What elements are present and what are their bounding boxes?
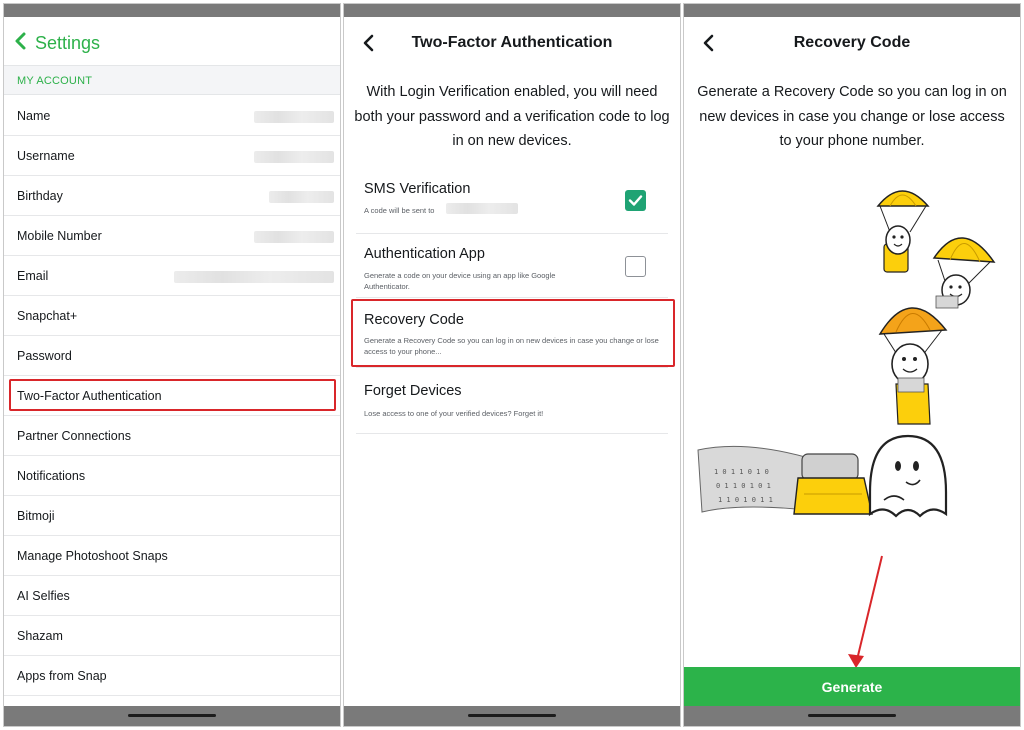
home-indicator[interactable]	[128, 714, 216, 717]
option-description: A code will be sent to	[364, 206, 435, 215]
settings-item-label: Shazam	[17, 629, 63, 643]
recovery-code-screen: Recovery Code Generate a Recovery Code s…	[683, 3, 1021, 727]
two-factor-header: Two-Factor Authentication	[344, 17, 680, 65]
settings-item-username[interactable]: Username	[4, 136, 340, 176]
settings-item-notifications[interactable]: Notifications	[4, 456, 340, 496]
settings-item-photoshoot-snaps[interactable]: Manage Photoshoot Snaps	[4, 536, 340, 576]
highlight-box	[351, 299, 675, 367]
svg-text:1 1 0 1 0 1 1: 1 1 0 1 0 1 1	[718, 496, 773, 504]
blurred-value	[269, 191, 334, 203]
navigation-bar	[4, 706, 340, 726]
settings-item-label: Partner Connections	[17, 429, 131, 443]
settings-item-password[interactable]: Password	[4, 336, 340, 376]
highlight-box	[9, 379, 336, 411]
home-indicator[interactable]	[468, 714, 556, 717]
settings-item-label: Manage Photoshoot Snaps	[17, 549, 168, 563]
blurred-value	[254, 151, 334, 163]
navigation-bar	[344, 706, 680, 726]
sms-checkbox[interactable]	[625, 190, 646, 211]
option-title: SMS Verification	[364, 181, 471, 197]
settings-item-shazam[interactable]: Shazam	[4, 616, 340, 656]
settings-item-label: Notifications	[17, 469, 86, 483]
settings-item-label: Username	[17, 149, 75, 163]
blurred-value	[254, 111, 334, 123]
settings-item-bitmoji[interactable]: Bitmoji	[4, 496, 340, 536]
authentication-app-checkbox[interactable]	[625, 256, 646, 277]
settings-item-label: Apps from Snap	[17, 669, 107, 683]
navigation-bar	[684, 706, 1020, 726]
parachute-ghost-icon	[878, 307, 948, 425]
settings-item-label: Email	[17, 269, 49, 283]
option-sms-verification[interactable]: SMS Verification A code will be sent to	[356, 175, 668, 234]
settings-item-mobile-number[interactable]: Mobile Number	[4, 216, 340, 256]
settings-item-label: Birthday	[17, 189, 63, 203]
ghost-illustration: 1 0 1 1 0 1 0 0 1 1 0 1 0 1 1 1 0 1 0 1 …	[697, 190, 996, 668]
option-description: Generate a code on your device using an …	[364, 271, 556, 291]
option-authentication-app[interactable]: Authentication App Generate a code on yo…	[356, 234, 668, 298]
parachute-ghost-icon	[876, 190, 930, 273]
settings-item-label: Mobile Number	[17, 229, 102, 243]
page-title: Two-Factor Authentication	[411, 34, 613, 51]
settings-item-birthday[interactable]: Birthday	[4, 176, 340, 216]
blurred-value	[174, 271, 334, 283]
status-bar	[4, 4, 340, 17]
svg-text:0 1 1 0 1 0 1: 0 1 1 0 1 0 1	[716, 482, 771, 490]
chevron-left-icon[interactable]	[14, 31, 28, 51]
ghost-icon	[868, 434, 948, 518]
settings-item-label: Bitmoji	[17, 509, 55, 523]
settings-item-partner-connections[interactable]: Partner Connections	[4, 416, 340, 456]
intro-text: With Login Verification enabled, you wil…	[354, 84, 670, 149]
settings-item-apps-from-snap[interactable]: Apps from Snap	[4, 656, 340, 696]
page-title: Settings	[35, 33, 101, 53]
two-factor-screen: Two-Factor Authentication With Login Ver…	[343, 3, 681, 727]
settings-item-email[interactable]: Email	[4, 256, 340, 296]
settings-item-label: Snapchat+	[17, 309, 78, 323]
blurred-value	[446, 203, 518, 214]
settings-item-name[interactable]: Name	[4, 96, 340, 136]
checkmark-icon	[628, 195, 643, 206]
section-header: MY ACCOUNT	[4, 65, 340, 95]
status-bar	[344, 4, 680, 17]
settings-item-label: AI Selfies	[17, 589, 70, 603]
blurred-value	[254, 231, 334, 243]
home-indicator[interactable]	[808, 714, 896, 717]
option-description: Lose access to one of your verified devi…	[364, 409, 544, 418]
section-header-label: MY ACCOUNT	[17, 75, 93, 87]
option-title: Forget Devices	[364, 383, 462, 399]
typewriter-icon	[793, 453, 873, 515]
option-forget-devices[interactable]: Forget Devices Lose access to one of you…	[356, 368, 668, 434]
settings-header: Settings	[4, 17, 340, 65]
svg-text:1 0 1 1 0 1 0: 1 0 1 1 0 1 0	[714, 468, 769, 476]
option-title: Authentication App	[364, 246, 485, 262]
settings-item-snapchat-plus[interactable]: Snapchat+	[4, 296, 340, 336]
parachute-ghost-icon	[932, 237, 996, 309]
generate-button[interactable]: Generate	[684, 667, 1020, 708]
settings-item-label: Password	[17, 349, 72, 363]
settings-item-ai-selfies[interactable]: AI Selfies	[4, 576, 340, 616]
settings-item-label: Name	[17, 109, 51, 123]
settings-screen: Settings MY ACCOUNT Name Username Birthd…	[3, 3, 341, 727]
arrow-icon	[848, 555, 883, 668]
